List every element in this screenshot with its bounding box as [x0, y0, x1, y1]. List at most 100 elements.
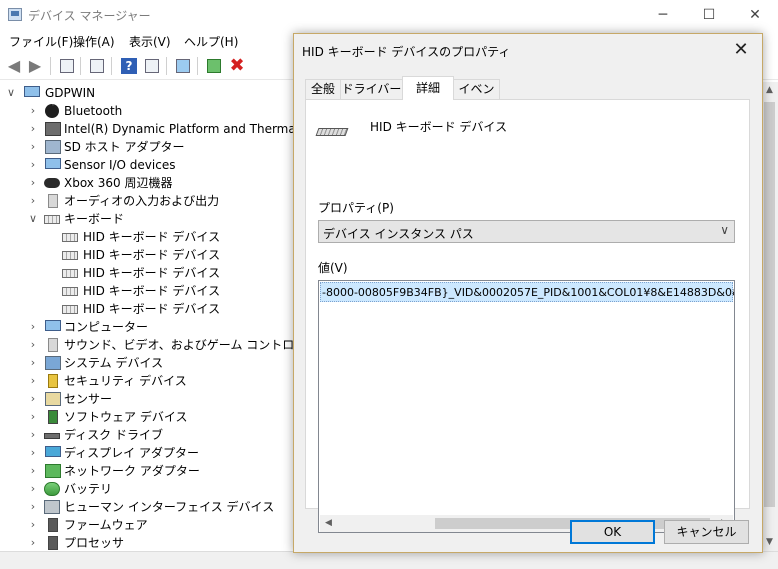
- toolbar-separator: [166, 57, 167, 75]
- scroll-up-arrow-icon[interactable]: ▲: [761, 82, 778, 99]
- chip-icon: [45, 122, 61, 136]
- view-icon[interactable]: [143, 57, 161, 75]
- tree-item-firmware[interactable]: › ファームウェア: [0, 516, 300, 534]
- tree-item-network[interactable]: › ネットワーク アダプター: [0, 462, 300, 480]
- chevron-right-icon[interactable]: ›: [28, 157, 38, 173]
- tree-item-label: Intel(R) Dynamic Platform and Thermal Fr…: [64, 122, 300, 136]
- tree-item-hid-keyboard-4[interactable]: HID キーボード デバイス: [0, 282, 300, 300]
- ok-button[interactable]: OK: [570, 520, 655, 544]
- value-list[interactable]: -8000-00805F9B34FB}_VID&0002057E_PID&100…: [318, 280, 735, 533]
- device-manager-icon: [8, 8, 22, 21]
- tab-general[interactable]: 全般: [305, 79, 341, 99]
- chevron-right-icon[interactable]: ›: [28, 337, 38, 353]
- chevron-right-icon[interactable]: ›: [28, 409, 38, 425]
- chevron-right-icon[interactable]: ›: [28, 535, 38, 551]
- value-label: 値(V): [318, 261, 348, 275]
- chevron-right-icon[interactable]: ›: [28, 103, 38, 119]
- uninstall-icon[interactable]: ✖: [228, 57, 246, 75]
- chevron-right-icon[interactable]: ›: [28, 391, 38, 407]
- tree-root[interactable]: ∨ GDPWIN: [0, 84, 300, 102]
- tree-item-label: システム デバイス: [64, 356, 164, 370]
- tree-item-hid[interactable]: › ヒューマン インターフェイス デバイス: [0, 498, 300, 516]
- tree-item-label: HID キーボード デバイス: [83, 230, 221, 244]
- tab-details[interactable]: 詳細: [402, 76, 454, 100]
- scroll-thumb[interactable]: [764, 102, 775, 507]
- dialog-close-button[interactable]: ✕: [728, 37, 754, 63]
- tree-item-hid-keyboard-1[interactable]: HID キーボード デバイス: [0, 228, 300, 246]
- update-driver-icon[interactable]: [205, 57, 223, 75]
- tree-item-intel-dptf[interactable]: › Intel(R) Dynamic Platform and Thermal …: [0, 120, 300, 138]
- close-button[interactable]: ✕: [732, 0, 778, 30]
- help-icon[interactable]: ?: [120, 57, 138, 75]
- chevron-right-icon[interactable]: ›: [28, 319, 38, 335]
- sd-adapter-icon: [45, 140, 61, 154]
- sensor-icon: [45, 158, 61, 169]
- chevron-right-icon[interactable]: ›: [28, 427, 38, 443]
- tree-item-computer[interactable]: › コンピューター: [0, 318, 300, 336]
- tree-item-security[interactable]: › セキュリティ デバイス: [0, 372, 300, 390]
- tree-item-sound[interactable]: › サウンド、ビデオ、およびゲーム コントローラー: [0, 336, 300, 354]
- back-arrow-icon[interactable]: ◀: [5, 57, 23, 75]
- tree-item-label: Sensor I/O devices: [64, 158, 176, 172]
- tree-item-display-adapter[interactable]: › ディスプレイ アダプター: [0, 444, 300, 462]
- menu-help[interactable]: ヘルプ(H): [184, 33, 238, 50]
- chevron-right-icon[interactable]: ›: [28, 481, 38, 497]
- device-tree: ∨ GDPWIN › ۛ Bluetooth › Intel(R) Dynami…: [0, 82, 300, 552]
- computer-icon: [24, 86, 40, 97]
- tree-item-disk[interactable]: › ディスク ドライブ: [0, 426, 300, 444]
- tree-item-software[interactable]: › ソフトウェア デバイス: [0, 408, 300, 426]
- keyboard-icon: [44, 215, 60, 224]
- tree-item-battery[interactable]: › バッテリ: [0, 480, 300, 498]
- details-tab-panel: HID キーボード デバイス プロパティ(P) デバイス インスタンス パス ∨…: [305, 99, 750, 533]
- chevron-right-icon[interactable]: ›: [28, 499, 38, 515]
- tab-events[interactable]: イベント: [453, 79, 500, 114]
- property-dropdown[interactable]: デバイス インスタンス パス ∨: [318, 220, 735, 243]
- menu-view[interactable]: 表示(V): [129, 33, 171, 50]
- tree-item-sensor[interactable]: › センサー: [0, 390, 300, 408]
- menu-file[interactable]: ファイル(F): [9, 33, 73, 50]
- chevron-right-icon[interactable]: ›: [28, 445, 38, 461]
- keyboard-icon: [315, 124, 349, 138]
- maximize-button[interactable]: ☐: [686, 0, 732, 30]
- chevron-right-icon[interactable]: ›: [28, 355, 38, 371]
- tree-vertical-scrollbar[interactable]: ▲ ▼: [761, 82, 778, 551]
- chevron-right-icon[interactable]: ›: [28, 121, 38, 137]
- chevron-right-icon[interactable]: ›: [28, 517, 38, 533]
- tree-item-label: Bluetooth: [64, 104, 123, 118]
- cancel-button[interactable]: キャンセル: [664, 520, 749, 544]
- menu-action[interactable]: 操作(A): [73, 33, 115, 50]
- tree-item-hid-keyboard-3[interactable]: HID キーボード デバイス: [0, 264, 300, 282]
- tree-item-system[interactable]: › システム デバイス: [0, 354, 300, 372]
- chevron-right-icon[interactable]: ›: [28, 193, 38, 209]
- tree-item-processor[interactable]: › プロセッサ: [0, 534, 300, 552]
- value-row-selected[interactable]: -8000-00805F9B34FB}_VID&0002057E_PID&100…: [320, 282, 734, 302]
- tree-item-bluetooth[interactable]: › ۛ Bluetooth: [0, 102, 300, 120]
- tree-item-hid-keyboard-5[interactable]: HID キーボード デバイス: [0, 300, 300, 318]
- minimize-button[interactable]: ─: [640, 0, 686, 30]
- tree-item-hid-keyboard-2[interactable]: HID キーボード デバイス: [0, 246, 300, 264]
- scroll-left-arrow-icon[interactable]: ◀: [320, 515, 337, 532]
- monitor-scan-icon[interactable]: [174, 57, 192, 75]
- chevron-right-icon[interactable]: ›: [28, 463, 38, 479]
- keyboard-icon: [62, 305, 78, 314]
- tree-item-label: HID キーボード デバイス: [83, 266, 221, 280]
- tree-item-sd-host[interactable]: › SD ホスト アダプター: [0, 138, 300, 156]
- chevron-down-icon[interactable]: ∨: [6, 85, 16, 101]
- list-icon[interactable]: [88, 57, 106, 75]
- tree-item-audio[interactable]: › オーディオの入力および出力: [0, 192, 300, 210]
- chevron-right-icon[interactable]: ›: [28, 373, 38, 389]
- scroll-down-arrow-icon[interactable]: ▼: [761, 534, 778, 551]
- chevron-right-icon[interactable]: ›: [28, 139, 38, 155]
- property-label: プロパティ(P): [318, 201, 394, 215]
- tree-item-sensor-io[interactable]: › Sensor I/O devices: [0, 156, 300, 174]
- tree-item-label: サウンド、ビデオ、およびゲーム コントローラー: [64, 338, 300, 352]
- tab-driver[interactable]: ドライバー: [340, 79, 403, 99]
- tree-item-xbox[interactable]: › Xbox 360 周辺機器: [0, 174, 300, 192]
- toolbar-separator: [50, 57, 51, 75]
- tree-item-keyboard[interactable]: ∨ キーボード: [0, 210, 300, 228]
- chevron-down-icon[interactable]: ∨: [28, 211, 38, 227]
- properties-icon[interactable]: [58, 57, 76, 75]
- chevron-right-icon[interactable]: ›: [28, 175, 38, 191]
- forward-arrow-icon[interactable]: ▶: [26, 57, 44, 75]
- computer-icon: [45, 320, 61, 331]
